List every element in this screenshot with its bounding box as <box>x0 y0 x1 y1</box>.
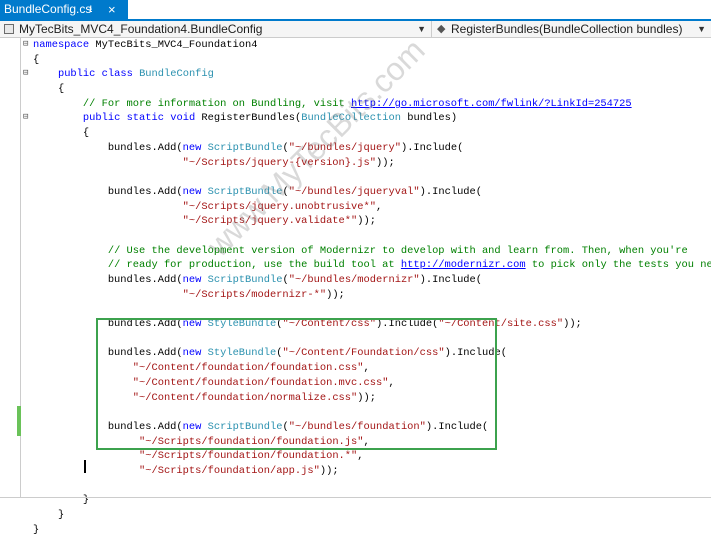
code-line[interactable]: bundles.Add(new ScriptBundle("~/bundles/… <box>33 141 711 156</box>
code-token: )); <box>326 288 345 301</box>
code-line[interactable]: // ready for production, use the build t… <box>33 258 711 273</box>
document-tab-bar: BundleConfig.cs ⭳ × <box>0 0 711 21</box>
code-token: MyTecBits_MVC4_Foundation4 <box>89 39 258 51</box>
code-token: )); <box>319 464 339 477</box>
code-token: { <box>33 83 65 96</box>
code-line[interactable]: // Use the development version of Modern… <box>33 244 711 259</box>
code-token: public <box>57 68 96 81</box>
method-icon: ◆ <box>437 23 446 35</box>
code-editor[interactable]: ⊟ ⊟ ⊟ namespace MyTecBits_MVC4_Foundatio… <box>0 32 711 536</box>
collapse-namespace-icon[interactable]: ⊟ <box>23 40 28 49</box>
code-token: // For more information on Bundling, vis… <box>82 97 352 110</box>
navigation-bar: MyTecBits_MVC4_Foundation4.BundleConfig … <box>0 21 711 38</box>
code-line[interactable]: { <box>33 126 711 141</box>
code-line[interactable]: } <box>33 493 711 508</box>
code-token: { <box>33 53 40 66</box>
code-token: } <box>33 523 40 536</box>
code-link[interactable]: http://go.microsoft.com/fwlink/?LinkId=2… <box>351 98 632 110</box>
collapse-class-icon[interactable]: ⊟ <box>23 69 28 78</box>
code-token: // ready for production, use the build t… <box>107 259 401 272</box>
code-token: "~/bundles/modernizr" <box>288 274 420 286</box>
pin-icon[interactable]: ⭳ <box>89 0 93 19</box>
code-token: "~/Scripts/foundation/foundation.*" <box>139 450 358 463</box>
code-line[interactable] <box>33 479 711 494</box>
code-token: { <box>33 127 90 140</box>
code-token: } <box>33 509 65 521</box>
code-token: , <box>375 200 383 213</box>
code-token: namespace <box>33 39 90 51</box>
type-dropdown-label: MyTecBits_MVC4_Foundation4.BundleConfig <box>19 22 263 36</box>
foundation-bundles-highlight <box>96 318 497 450</box>
code-token: new <box>182 185 202 198</box>
code-token: bundles.Add( <box>33 141 183 154</box>
member-dropdown-label: RegisterBundles(BundleCollection bundles… <box>451 22 683 36</box>
code-line[interactable]: "~/Scripts/jquery.validate*")); <box>33 214 711 229</box>
close-icon[interactable]: × <box>108 0 116 19</box>
code-token: )); <box>563 318 582 331</box>
code-line[interactable]: namespace MyTecBits_MVC4_Foundation4 <box>33 38 711 53</box>
code-token: )); <box>375 156 395 169</box>
code-token: bundles) <box>400 112 458 125</box>
code-token: RegisterBundles( <box>195 112 302 125</box>
code-token: ScriptBundle <box>207 141 283 154</box>
code-line[interactable] <box>33 302 711 317</box>
code-token: bundles.Add( <box>33 185 183 198</box>
code-token: "~/Scripts/modernizr-*" <box>182 288 327 301</box>
tab-bundleconfig[interactable]: BundleConfig.cs ⭳ × <box>0 0 128 19</box>
type-dropdown[interactable]: MyTecBits_MVC4_Foundation4.BundleConfig … <box>0 21 432 37</box>
code-line[interactable]: "~/Scripts/jquery-{version}.js")); <box>33 156 711 171</box>
code-line[interactable]: "~/Scripts/jquery.unobtrusive*", <box>33 200 711 215</box>
code-line[interactable]: bundles.Add(new ScriptBundle("~/bundles/… <box>33 185 711 200</box>
chevron-down-icon: ▼ <box>697 24 706 34</box>
code-token: "~/Scripts/foundation/app.js" <box>139 464 320 477</box>
code-token: new <box>182 141 202 154</box>
code-token: public <box>82 112 121 125</box>
code-token: bundles.Add( <box>33 274 183 286</box>
code-line[interactable]: "~/Scripts/foundation/foundation.*", <box>33 449 711 464</box>
code-token: // Use the development version of Modern… <box>107 244 688 257</box>
text-caret <box>84 460 86 473</box>
code-line[interactable] <box>33 170 711 185</box>
change-tracking-bar <box>17 406 21 436</box>
code-token: ).Include( <box>400 141 464 154</box>
code-line[interactable] <box>33 229 711 244</box>
code-token: ).Include( <box>419 274 483 286</box>
code-token: static <box>126 112 164 125</box>
code-token: ).Include( <box>419 185 483 198</box>
code-token: "~/bundles/jqueryval" <box>288 185 420 198</box>
chevron-down-icon: ▼ <box>417 24 426 34</box>
tab-title: BundleConfig.cs <box>4 2 92 16</box>
code-link[interactable]: http://modernizr.com <box>401 259 526 271</box>
code-token: new <box>182 274 202 286</box>
code-line[interactable]: "~/Scripts/modernizr-*")); <box>33 288 711 303</box>
code-token: void <box>170 112 196 125</box>
code-token: , <box>357 450 364 463</box>
code-token: )); <box>357 215 376 228</box>
collapse-method-icon[interactable]: ⊟ <box>23 113 28 122</box>
code-line[interactable]: } <box>33 508 711 523</box>
code-line[interactable]: } <box>33 523 711 537</box>
code-token: class <box>101 68 133 81</box>
code-line[interactable]: bundles.Add(new ScriptBundle("~/bundles/… <box>33 273 711 288</box>
member-dropdown[interactable]: ◆ RegisterBundles(BundleCollection bundl… <box>432 21 711 37</box>
code-token: BundleConfig <box>139 68 214 81</box>
code-line[interactable]: "~/Scripts/foundation/app.js")); <box>33 464 711 479</box>
code-token: ScriptBundle <box>207 274 283 286</box>
code-token: to pick only the tests you need. <box>525 259 711 272</box>
class-icon <box>4 24 14 34</box>
